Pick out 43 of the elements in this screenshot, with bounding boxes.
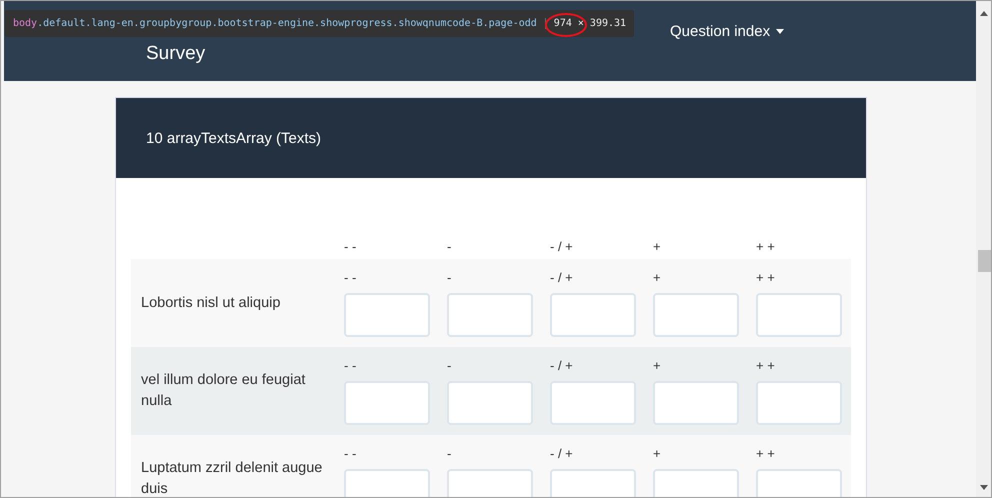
- cell-label: + +: [756, 446, 776, 460]
- column-header: - -: [344, 238, 358, 254]
- element-size: 974 × 399.31: [544, 18, 626, 29]
- cell-label: + +: [756, 358, 776, 372]
- text-input[interactable]: [447, 292, 533, 336]
- row-label: vel illum dolore eu feugiat nulla: [140, 371, 306, 411]
- cell-label: -: [447, 270, 452, 284]
- cell-label: - -: [344, 358, 358, 372]
- text-input[interactable]: [653, 380, 739, 424]
- text-input[interactable]: [344, 380, 430, 424]
- cell-label: - / +: [550, 270, 574, 284]
- caret-icon: [776, 29, 784, 34]
- scrollbar[interactable]: [976, 1, 991, 497]
- text-input[interactable]: [344, 292, 430, 336]
- question-title: 10 arrayTextsArray (Texts): [146, 130, 322, 146]
- text-input[interactable]: [550, 380, 636, 424]
- column-header: + +: [756, 238, 776, 254]
- cell-label: - / +: [550, 358, 574, 372]
- cell-label: +: [653, 446, 662, 460]
- column-header: -: [447, 238, 452, 254]
- scroll-thumb[interactable]: [978, 250, 991, 272]
- text-input[interactable]: [653, 292, 739, 336]
- text-input[interactable]: [756, 292, 842, 336]
- question-index-menu[interactable]: Question index: [670, 23, 784, 40]
- cell-label: - -: [344, 446, 358, 460]
- survey-title: Survey: [146, 43, 206, 66]
- cell-label: -: [447, 446, 452, 460]
- row-label: Luptatum zzril delenit augue duis: [140, 459, 324, 497]
- row-label: Lobortis nisl ut aliquip: [140, 294, 282, 312]
- cell-label: +: [653, 270, 662, 284]
- text-input[interactable]: [756, 380, 842, 424]
- text-input[interactable]: [550, 292, 636, 336]
- cell-label: +: [653, 358, 662, 372]
- column-header: +: [653, 238, 662, 254]
- element-selector: body.default.lang-en.groupbygroup.bootstrap-engine.showprogress.showqnumcode-B.page-odd: [13, 18, 537, 29]
- cell-label: - / +: [550, 446, 574, 460]
- scroll-up-icon[interactable]: [980, 11, 988, 16]
- text-input[interactable]: [447, 380, 533, 424]
- cell-label: -: [447, 358, 452, 372]
- scroll-down-icon[interactable]: [980, 485, 988, 490]
- column-header: - / +: [550, 238, 574, 254]
- cell-label: + +: [756, 270, 776, 284]
- cell-label: - -: [344, 270, 358, 284]
